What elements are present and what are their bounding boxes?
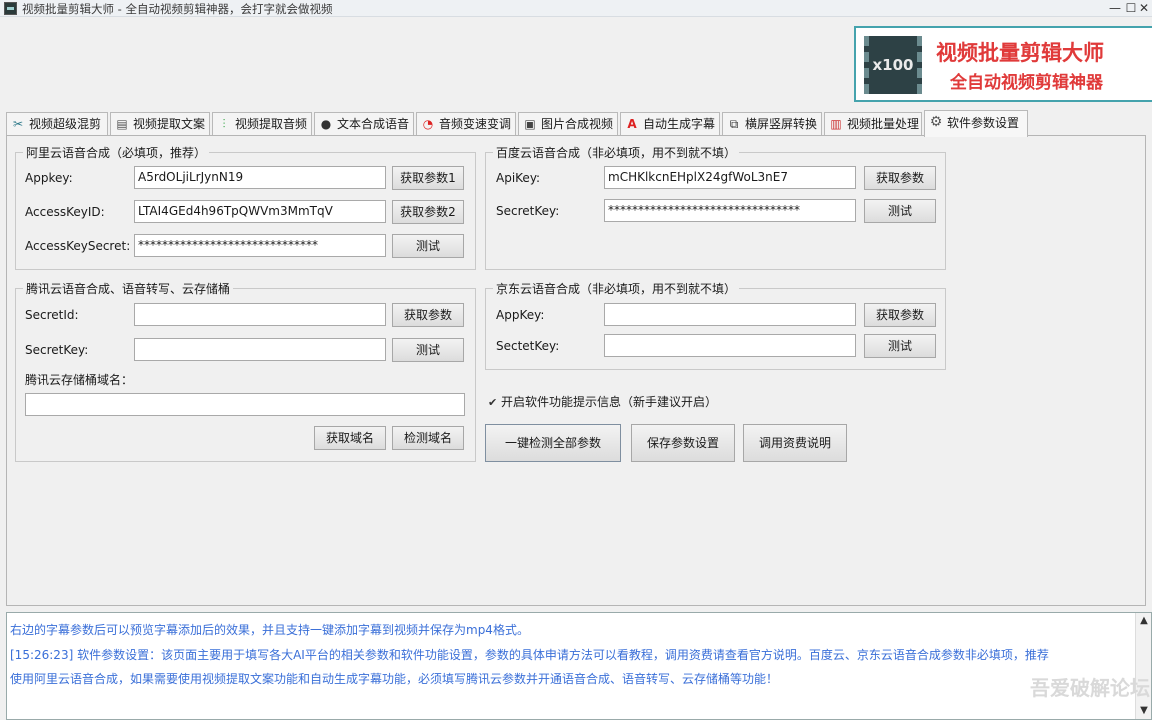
- tencent-key-field[interactable]: [134, 338, 386, 361]
- tab-batch-process[interactable]: ▥ 视频批量处理: [824, 112, 922, 135]
- check-all-params-button[interactable]: 一键检测全部参数: [485, 424, 621, 462]
- jd-secret-field[interactable]: [604, 334, 856, 357]
- tab-label: 视频提取文案: [133, 117, 206, 131]
- tencent-id-field[interactable]: [134, 303, 386, 326]
- tab-label: 视频批量处理: [847, 117, 920, 131]
- tencent-key-label: SecretKey:: [25, 343, 89, 357]
- speedometer-icon: ◔: [422, 117, 434, 131]
- tab-label: 音频变速变调: [439, 117, 512, 131]
- film-icon: ▥: [830, 117, 842, 131]
- tab-auto-subtitle[interactable]: A 自动生成字幕: [620, 112, 720, 135]
- save-settings-button[interactable]: 保存参数设置: [631, 424, 735, 462]
- tencent-group-title: 腾讯云语音合成、语音转写、云存储桶: [23, 280, 234, 297]
- tencent-domain-label: 腾讯云存储桶域名：: [25, 373, 134, 387]
- baidu-group-title: 百度云语音合成（非必填项，用不到就不填）: [493, 144, 740, 161]
- tab-extract-audio[interactable]: ⫶ 视频提取音频: [212, 112, 312, 135]
- aliyun-keyid-label: AccessKeyID:: [25, 205, 105, 219]
- tencent-test-button[interactable]: 测试: [392, 338, 464, 362]
- fee-info-button[interactable]: 调用资费说明: [743, 424, 847, 462]
- checkmark-icon: ✔: [488, 396, 498, 409]
- tab-label: 图片合成视频: [541, 117, 614, 131]
- tab-extract-text[interactable]: ▤ 视频提取文案: [110, 112, 210, 135]
- scroll-down-icon[interactable]: ▼: [1136, 703, 1152, 719]
- tencent-id-label: SecretId:: [25, 308, 79, 322]
- film-badge-icon: x100: [864, 36, 922, 94]
- jd-appkey-field[interactable]: [604, 303, 856, 326]
- aliyun-appkey-field[interactable]: A5rdOLjiLrJynN19: [134, 166, 386, 189]
- aliyun-get-param2-button[interactable]: 获取参数2: [392, 200, 464, 224]
- subtitle-icon: A: [627, 117, 637, 131]
- tencent-get-param-button[interactable]: 获取参数: [392, 303, 464, 327]
- product-banner: x100 视频批量剪辑大师 全自动视频剪辑神器: [854, 26, 1152, 102]
- window-title: 视频批量剪辑大师 - 全自动视频剪辑神器，会打字就会做视频: [22, 2, 333, 16]
- gear-icon: ⚙: [929, 114, 943, 130]
- banner-title: 视频批量剪辑大师: [936, 41, 1104, 65]
- log-line: [15:26:23] 软件参数设置：该页面主要用于填写各大AI平台的相关参数和软…: [10, 648, 1049, 662]
- image-icon: ▣: [524, 117, 536, 131]
- app-icon: [4, 2, 17, 15]
- baidu-secret-label: SecretKey:: [496, 204, 560, 218]
- jd-test-button[interactable]: 测试: [864, 334, 936, 358]
- microphone-icon: ●: [320, 117, 332, 131]
- close-button[interactable]: ✕: [1136, 0, 1152, 16]
- watermark: 吾爱破解论坛: [1030, 676, 1150, 700]
- waveform-icon: ⫶: [222, 117, 226, 131]
- baidu-group: 百度云语音合成（非必填项，用不到就不填） ApiKey: mCHKlkcnEHp…: [485, 144, 946, 270]
- baidu-secret-field[interactable]: ********************************: [604, 199, 856, 222]
- log-line: 使用阿里云语音合成，如果需要使用视频提取文案功能和自动生成字幕功能，必须填写腾讯…: [10, 672, 779, 686]
- baidu-apikey-field[interactable]: mCHKlkcnEHplX24gfWoL3nE7: [604, 166, 856, 189]
- jd-secret-label: SectetKey:: [496, 339, 560, 353]
- baidu-get-param-button[interactable]: 获取参数: [864, 166, 936, 190]
- jd-group-title: 京东云语音合成（非必填项，用不到就不填）: [493, 280, 740, 297]
- aliyun-secret-field[interactable]: ******************************: [134, 234, 386, 257]
- baidu-test-button[interactable]: 测试: [864, 199, 936, 223]
- document-icon: ▤: [116, 117, 128, 131]
- tab-orientation-convert[interactable]: ⧉ 横屏竖屏转换: [722, 112, 822, 135]
- tab-label: 横屏竖屏转换: [745, 117, 818, 131]
- aliyun-group-title: 阿里云语音合成（必填项，推荐）: [23, 144, 210, 161]
- tencent-get-domain-button[interactable]: 获取域名: [314, 426, 386, 450]
- tab-label: 自动生成字幕: [643, 117, 716, 131]
- tab-text-to-speech[interactable]: ● 文本合成语音: [314, 112, 414, 135]
- tab-label: 视频超级混剪: [29, 117, 102, 131]
- jd-appkey-label: AppKey:: [496, 308, 545, 322]
- jd-group: 京东云语音合成（非必填项，用不到就不填） AppKey: 获取参数 Sectet…: [485, 280, 946, 370]
- tencent-domain-field[interactable]: [25, 393, 465, 416]
- tab-label: 文本合成语音: [337, 117, 410, 131]
- log-scrollbar[interactable]: ▲ ▼: [1135, 613, 1151, 719]
- banner-subtitle: 全自动视频剪辑神器: [950, 73, 1103, 93]
- settings-panel: 阿里云语音合成（必填项，推荐） Appkey: A5rdOLjiLrJynN19…: [6, 135, 1146, 606]
- baidu-apikey-label: ApiKey:: [496, 171, 541, 185]
- badge-text: x100: [872, 56, 914, 74]
- aliyun-appkey-label: Appkey:: [25, 171, 73, 185]
- tips-checkbox[interactable]: ✔ 开启软件功能提示信息（新手建议开启）: [488, 393, 717, 410]
- rotate-screen-icon: ⧉: [729, 117, 739, 131]
- tencent-group: 腾讯云语音合成、语音转写、云存储桶 SecretId: 获取参数 SecretK…: [15, 280, 476, 462]
- tips-checkbox-label: 开启软件功能提示信息（新手建议开启）: [501, 395, 718, 409]
- aliyun-group: 阿里云语音合成（必填项，推荐） Appkey: A5rdOLjiLrJynN19…: [15, 144, 476, 270]
- tab-video-mix[interactable]: ✂ 视频超级混剪: [6, 112, 108, 135]
- tab-label: 视频提取音频: [235, 117, 308, 131]
- aliyun-test-button[interactable]: 测试: [392, 234, 464, 258]
- aliyun-keyid-field[interactable]: LTAI4GEd4h96TpQWVm3MmTqV: [134, 200, 386, 223]
- tab-image-to-video[interactable]: ▣ 图片合成视频: [518, 112, 618, 135]
- tab-label: 软件参数设置: [947, 116, 1020, 130]
- scissors-icon: ✂: [12, 117, 24, 131]
- tab-audio-speed[interactable]: ◔ 音频变速变调: [416, 112, 516, 135]
- aliyun-secret-label: AccessKeySecret:: [25, 239, 131, 253]
- log-output[interactable]: 右边的字幕参数后可以预览字幕添加后的效果，并且支持一键添加字幕到视频并保存为mp…: [6, 612, 1152, 720]
- log-line: 右边的字幕参数后可以预览字幕添加后的效果，并且支持一键添加字幕到视频并保存为mp…: [10, 623, 529, 637]
- title-bar: 视频批量剪辑大师 - 全自动视频剪辑神器，会打字就会做视频 — ☐ ✕: [0, 0, 1152, 17]
- aliyun-get-param1-button[interactable]: 获取参数1: [392, 166, 464, 190]
- jd-get-param-button[interactable]: 获取参数: [864, 303, 936, 327]
- scroll-up-icon[interactable]: ▲: [1136, 613, 1152, 629]
- tencent-check-domain-button[interactable]: 检测域名: [392, 426, 464, 450]
- tab-settings[interactable]: ⚙ 软件参数设置: [924, 110, 1028, 137]
